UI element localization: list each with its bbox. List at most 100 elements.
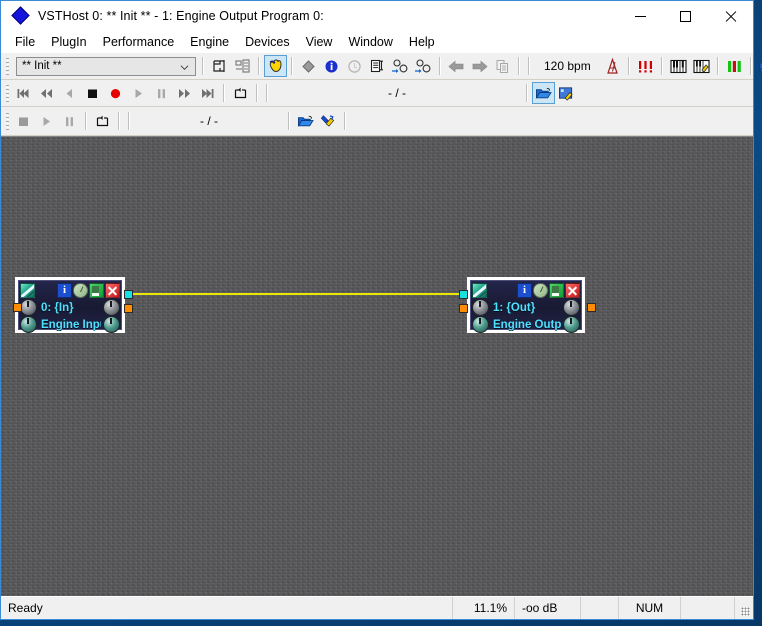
level-meter-button[interactable] xyxy=(723,55,746,77)
wave-transport-toolbar: - / - xyxy=(1,107,753,136)
toolbar-grip[interactable] xyxy=(6,84,9,102)
loop-button[interactable] xyxy=(229,82,252,104)
resize-grip[interactable] xyxy=(735,597,753,619)
pause-icon xyxy=(158,88,165,98)
plugin-list-button[interactable] xyxy=(366,55,389,77)
plugin-box-engine-output[interactable]: i 1: {Out} Engine Output xyxy=(459,277,585,333)
copy-button[interactable] xyxy=(491,55,514,77)
left-knob[interactable] xyxy=(472,299,489,316)
close-button[interactable] xyxy=(708,1,753,31)
skip-start-button[interactable] xyxy=(12,82,35,104)
midi-setup-button[interactable] xyxy=(690,55,713,77)
status-spacer-1 xyxy=(581,597,619,619)
engine-input-midi-out-port[interactable] xyxy=(124,290,133,299)
pause-button[interactable] xyxy=(150,82,173,104)
toolbar-grip[interactable] xyxy=(6,112,9,130)
menu-view[interactable]: View xyxy=(298,33,341,51)
right-knob[interactable] xyxy=(563,299,580,316)
clock-icon[interactable] xyxy=(73,283,88,298)
keyboard-button[interactable] xyxy=(667,55,690,77)
skip-end-button[interactable] xyxy=(196,82,219,104)
cable-icon[interactable] xyxy=(472,283,487,298)
cable-icon[interactable] xyxy=(20,283,35,298)
midi-connection-wire[interactable] xyxy=(129,293,470,295)
wave-loop-button[interactable] xyxy=(91,110,114,132)
close-icon[interactable] xyxy=(565,283,580,298)
rewind-button[interactable] xyxy=(35,82,58,104)
toolbar-grip[interactable] xyxy=(6,57,9,75)
wrench-icon xyxy=(320,115,335,127)
menu-devices[interactable]: Devices xyxy=(237,33,297,51)
engine-output-midi-in-port[interactable] xyxy=(459,290,468,299)
engine-output-audio-in-port[interactable] xyxy=(459,304,468,313)
plugin-index-label: 1: {Out} xyxy=(493,301,536,314)
chain-settings-button[interactable] xyxy=(555,82,578,104)
menu-performance[interactable]: Performance xyxy=(95,33,183,51)
stop-button[interactable] xyxy=(81,82,104,104)
list-icon[interactable] xyxy=(549,283,564,298)
menu-bar: File PlugIn Performance Engine Devices V… xyxy=(1,31,753,53)
chain-view-button[interactable] xyxy=(208,55,231,77)
wave-pause-button[interactable] xyxy=(58,110,81,132)
wave-play-button[interactable] xyxy=(35,110,58,132)
info-icon[interactable]: i xyxy=(57,283,72,298)
minimize-button[interactable] xyxy=(618,1,663,31)
right-knob-2[interactable] xyxy=(563,316,580,333)
wave-settings-button[interactable] xyxy=(317,110,340,132)
open-button[interactable] xyxy=(756,55,762,77)
left-knob-2[interactable] xyxy=(20,316,37,333)
engine-input-audio-out-port[interactable] xyxy=(124,304,133,313)
midi-routing-in-button[interactable] xyxy=(389,55,412,77)
stop-icon xyxy=(19,117,28,126)
tempo-display[interactable]: 120 bpm xyxy=(534,59,601,73)
midi-in-icon xyxy=(392,58,408,73)
plugin-title-row: Engine Input xyxy=(19,316,121,333)
right-knob-2[interactable] xyxy=(103,316,120,333)
left-knob-2[interactable] xyxy=(472,316,489,333)
toolbar-separator xyxy=(660,57,663,75)
fast-forward-button[interactable] xyxy=(173,82,196,104)
menu-plugin[interactable]: PlugIn xyxy=(43,33,94,51)
menu-file[interactable]: File xyxy=(7,33,43,51)
menu-help[interactable]: Help xyxy=(401,33,443,51)
info-icon[interactable]: i xyxy=(517,283,532,298)
step-back-button[interactable] xyxy=(58,82,81,104)
plugin-clock-button[interactable] xyxy=(343,55,366,77)
left-knob[interactable] xyxy=(20,299,37,316)
step-back-icon xyxy=(66,88,72,98)
host-input-audio-port[interactable] xyxy=(13,303,22,312)
menu-window[interactable]: Window xyxy=(340,33,400,51)
load-chain-button[interactable] xyxy=(532,82,555,104)
right-knob[interactable] xyxy=(103,299,120,316)
play-button[interactable] xyxy=(127,82,150,104)
toolbar-separator xyxy=(344,112,346,130)
performance-view-button[interactable] xyxy=(264,55,287,77)
host-output-audio-port[interactable] xyxy=(587,303,596,312)
arrow-right-icon xyxy=(472,60,488,72)
metronome-button[interactable] xyxy=(601,55,624,77)
wave-open-button[interactable] xyxy=(294,110,317,132)
list-icon[interactable] xyxy=(89,283,104,298)
plugin-box-engine-input[interactable]: i 0: {In} Engine Input xyxy=(15,277,133,333)
toolbar-separator xyxy=(749,57,752,75)
plugin-diamond-button[interactable] xyxy=(297,55,320,77)
toolbar-separator xyxy=(627,57,630,75)
toolbar-separator xyxy=(256,84,258,102)
plugin-info-button[interactable] xyxy=(320,55,343,77)
wave-stop-button[interactable] xyxy=(12,110,35,132)
clock-icon[interactable] xyxy=(533,283,548,298)
toolbar-separator xyxy=(118,112,120,130)
record-button[interactable] xyxy=(104,82,127,104)
maximize-button[interactable] xyxy=(663,1,708,31)
rack-view-button[interactable] xyxy=(231,55,254,77)
performance-canvas[interactable]: i 0: {In} Engine Input xyxy=(1,136,753,596)
plugin-index-row: 0: {In} xyxy=(19,299,121,316)
panic-button[interactable] xyxy=(634,55,657,77)
close-icon[interactable] xyxy=(105,283,120,298)
menu-engine[interactable]: Engine xyxy=(182,33,237,51)
next-button[interactable] xyxy=(468,55,491,77)
preset-combo[interactable]: ** Init ** xyxy=(16,56,196,76)
diamond-icon xyxy=(302,59,315,73)
prev-button[interactable] xyxy=(445,55,468,77)
midi-routing-out-button[interactable] xyxy=(412,55,435,77)
